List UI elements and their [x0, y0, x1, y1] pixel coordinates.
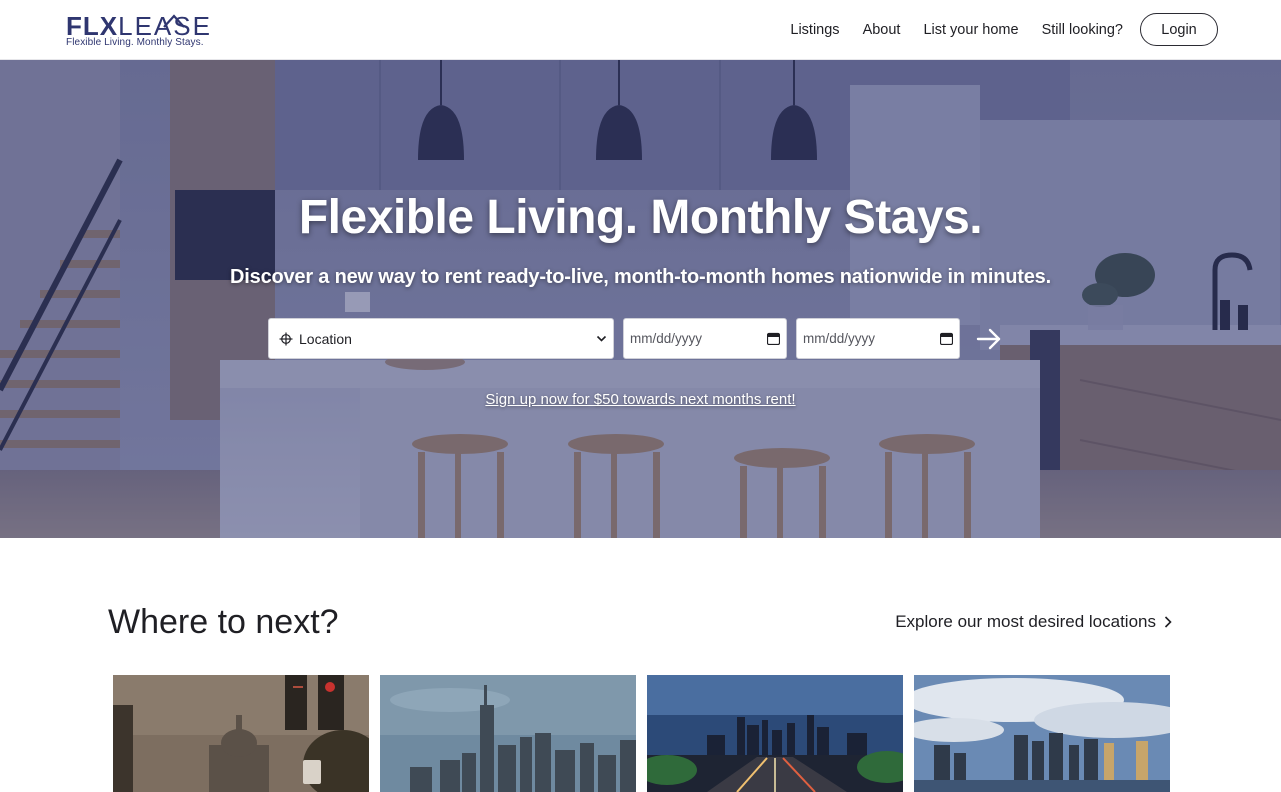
promo-banner: Sign up now for $50 towards next months … — [0, 391, 1281, 409]
destination-cards — [113, 675, 1170, 792]
search-bar: Location mm/dd/yyyy mm/dd/yyyy — [268, 318, 1002, 359]
login-button[interactable]: Login — [1140, 13, 1218, 46]
hero-overlay — [0, 60, 1281, 538]
chevron-down-icon — [596, 335, 607, 342]
hero-title: Flexible Living. Monthly Stays. — [298, 191, 983, 244]
calendar-icon[interactable] — [767, 332, 780, 345]
hero-subtitle: Discover a new way to rent ready-to-live… — [230, 266, 1051, 288]
section-title: Where to next? — [108, 603, 339, 641]
nav-still-looking[interactable]: Still looking? — [1042, 22, 1123, 38]
destination-card-washington-dc[interactable] — [113, 675, 369, 792]
location-select-value: Location — [299, 330, 352, 347]
destination-card-new-york[interactable] — [380, 675, 636, 792]
nav-about[interactable]: About — [863, 22, 901, 38]
explore-locations-label: Explore our most desired locations — [895, 612, 1156, 631]
start-date-input[interactable]: mm/dd/yyyy — [623, 318, 787, 359]
brand-logo[interactable]: FLXLEASE Flexible Living. Monthly Stays. — [66, 13, 210, 48]
explore-locations-link[interactable]: Explore our most desired locations — [895, 612, 1173, 632]
crosshair-icon — [279, 332, 293, 345]
main-nav: Listings About List your home Still look… — [790, 13, 1218, 46]
end-date-input[interactable]: mm/dd/yyyy — [796, 318, 960, 359]
logo-tagline: Flexible Living. Monthly Stays. — [66, 37, 204, 48]
nav-listings[interactable]: Listings — [790, 22, 839, 38]
chevron-right-icon — [1164, 616, 1172, 628]
highway-photo — [647, 675, 903, 792]
calendar-icon[interactable] — [940, 332, 953, 345]
arrow-right-icon[interactable] — [976, 326, 1002, 352]
nav-list-your-home[interactable]: List your home — [923, 22, 1018, 38]
roof-icon — [163, 14, 185, 28]
harbor-photo — [914, 675, 1170, 792]
location-select[interactable]: Location — [268, 318, 614, 359]
end-date-placeholder: mm/dd/yyyy — [803, 331, 876, 346]
skyline-photo — [380, 675, 636, 792]
destination-card-highway-city[interactable] — [647, 675, 903, 792]
destination-card-harbor-city[interactable] — [914, 675, 1170, 792]
logo-wordmark: FLXLEASE — [66, 13, 212, 39]
site-header: FLXLEASE Flexible Living. Monthly Stays.… — [0, 0, 1281, 60]
signup-promo-link[interactable]: Sign up now for $50 towards next months … — [485, 391, 795, 408]
hero-section: Flexible Living. Monthly Stays. Discover… — [0, 60, 1281, 538]
capitol-photo — [113, 675, 369, 792]
start-date-placeholder: mm/dd/yyyy — [630, 331, 703, 346]
